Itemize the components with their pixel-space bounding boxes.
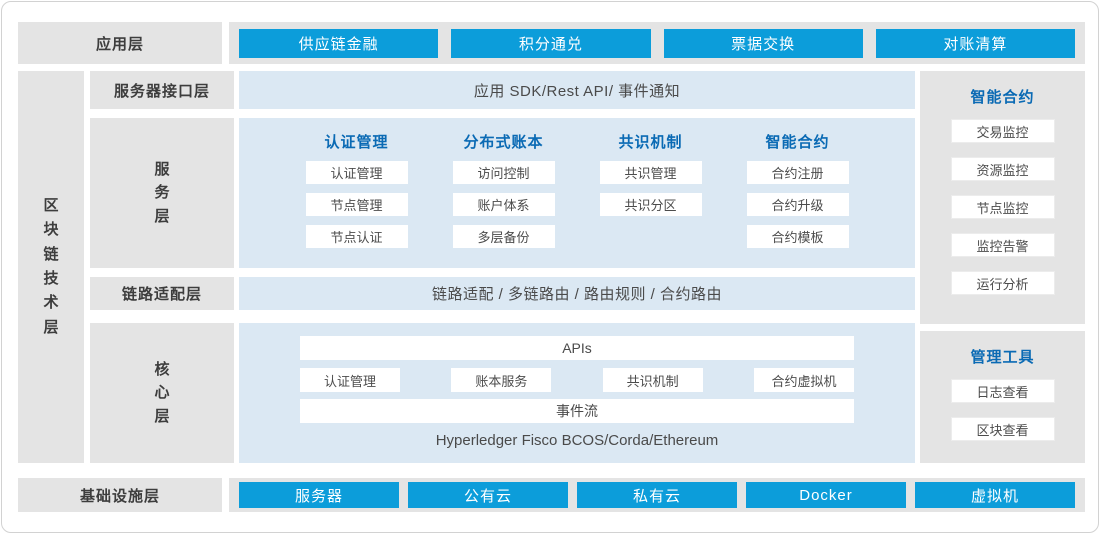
platform-text: Hyperledger Fisco BCOS/Corda/Ethereum xyxy=(300,432,854,449)
infrastructure-node: 服务器 xyxy=(239,482,399,508)
apis-bar: APIs xyxy=(300,336,854,360)
app-layer-row: 供应链金融 积分通兑 票据交换 对账清算 xyxy=(229,22,1085,64)
smart-contract-panel-items: 交易监控 资源监控 节点监控 监控告警 运行分析 xyxy=(951,119,1055,295)
service-item: 合约升级 xyxy=(747,193,849,216)
management-tools-panel: 管理工具 日志查看 区块查看 xyxy=(920,331,1085,463)
service-item: 共识分区 xyxy=(600,193,702,216)
service-column: 共识机制 共识管理 共识分区 xyxy=(577,131,724,268)
event-stream-bar: 事件流 xyxy=(300,399,854,423)
service-item: 账户体系 xyxy=(453,193,555,216)
smart-contract-panel-header: 智能合约 xyxy=(970,86,1034,105)
service-column-items: 访问控制 账户体系 多层备份 xyxy=(453,161,555,248)
adapter-layer-label: 链路适配层 xyxy=(90,277,234,310)
panel-item: 监控告警 xyxy=(951,233,1055,257)
core-module: 共识机制 xyxy=(603,368,703,392)
blockchain-tech-layer-text: 区块链技术层 xyxy=(42,194,59,340)
blockchain-tech-layer-label: 区块链技术层 xyxy=(18,71,84,463)
infrastructure-row: 服务器 公有云 私有云 Docker 虚拟机 xyxy=(229,478,1085,512)
sdk-api-bar: 应用 SDK/Rest API/ 事件通知 xyxy=(239,71,915,109)
blockchain-architecture-diagram: 应用层 供应链金融 积分通兑 票据交换 对账清算 区块链技术层 服务器接口层 服… xyxy=(1,1,1099,533)
service-column: 分布式账本 访问控制 账户体系 多层备份 xyxy=(430,131,577,268)
app-node: 供应链金融 xyxy=(239,29,438,58)
core-layer-label: 核心层 xyxy=(90,323,234,463)
core-layer-stack: APIs 认证管理 账本服务 共识机制 合约虚拟机 事件流 Hyperledge… xyxy=(300,336,854,449)
service-layer-box: 认证管理 认证管理 节点管理 节点认证 分布式账本 访问控制 xyxy=(239,118,915,268)
core-layer-box: APIs 认证管理 账本服务 共识机制 合约虚拟机 事件流 Hyperledge… xyxy=(239,323,915,463)
service-layer-label: 服务层 xyxy=(90,118,234,268)
service-column-header: 共识机制 xyxy=(618,131,682,151)
service-item: 合约注册 xyxy=(747,161,849,184)
service-column-header: 认证管理 xyxy=(324,131,388,151)
panel-item: 区块查看 xyxy=(951,417,1055,441)
service-column-items: 认证管理 节点管理 节点认证 xyxy=(306,161,408,248)
core-module: 认证管理 xyxy=(300,368,400,392)
service-item: 访问控制 xyxy=(453,161,555,184)
service-layer-text: 服务层 xyxy=(153,158,170,228)
interface-layer-label: 服务器接口层 xyxy=(90,71,234,109)
service-item: 节点认证 xyxy=(306,225,408,248)
app-node: 票据交换 xyxy=(664,29,863,58)
panel-item: 日志查看 xyxy=(951,379,1055,403)
infrastructure-layer-label: 基础设施层 xyxy=(18,478,222,512)
infrastructure-node: 私有云 xyxy=(577,482,737,508)
core-modules-row: 认证管理 账本服务 共识机制 合约虚拟机 xyxy=(300,368,854,392)
panel-item: 资源监控 xyxy=(951,157,1055,181)
service-column-header: 分布式账本 xyxy=(463,131,543,151)
management-tools-panel-header: 管理工具 xyxy=(970,346,1034,365)
infrastructure-node: 虚拟机 xyxy=(915,482,1075,508)
core-layer-text: 核心层 xyxy=(153,358,170,428)
service-item: 认证管理 xyxy=(306,161,408,184)
core-module: 账本服务 xyxy=(451,368,551,392)
panel-item: 运行分析 xyxy=(951,271,1055,295)
app-node: 对账清算 xyxy=(876,29,1075,58)
app-node: 积分通兑 xyxy=(451,29,650,58)
service-column-items: 共识管理 共识分区 xyxy=(600,161,702,216)
service-column-header: 智能合约 xyxy=(765,131,829,151)
management-tools-panel-items: 日志查看 区块查看 xyxy=(951,379,1055,441)
service-column: 认证管理 认证管理 节点管理 节点认证 xyxy=(283,131,430,268)
panel-item: 交易监控 xyxy=(951,119,1055,143)
smart-contract-panel: 智能合约 交易监控 资源监控 节点监控 监控告警 运行分析 xyxy=(920,71,1085,324)
infrastructure-node: Docker xyxy=(746,482,906,508)
service-item: 节点管理 xyxy=(306,193,408,216)
service-item: 多层备份 xyxy=(453,225,555,248)
service-item: 合约模板 xyxy=(747,225,849,248)
service-column-items: 合约注册 合约升级 合约模板 xyxy=(747,161,849,248)
core-module: 合约虚拟机 xyxy=(754,368,854,392)
service-item: 共识管理 xyxy=(600,161,702,184)
panel-item: 节点监控 xyxy=(951,195,1055,219)
service-column: 智能合约 合约注册 合约升级 合约模板 xyxy=(724,131,871,268)
infrastructure-node: 公有云 xyxy=(408,482,568,508)
link-adapter-bar: 链路适配 / 多链路由 / 路由规则 / 合约路由 xyxy=(239,277,915,310)
app-layer-label: 应用层 xyxy=(18,22,222,64)
